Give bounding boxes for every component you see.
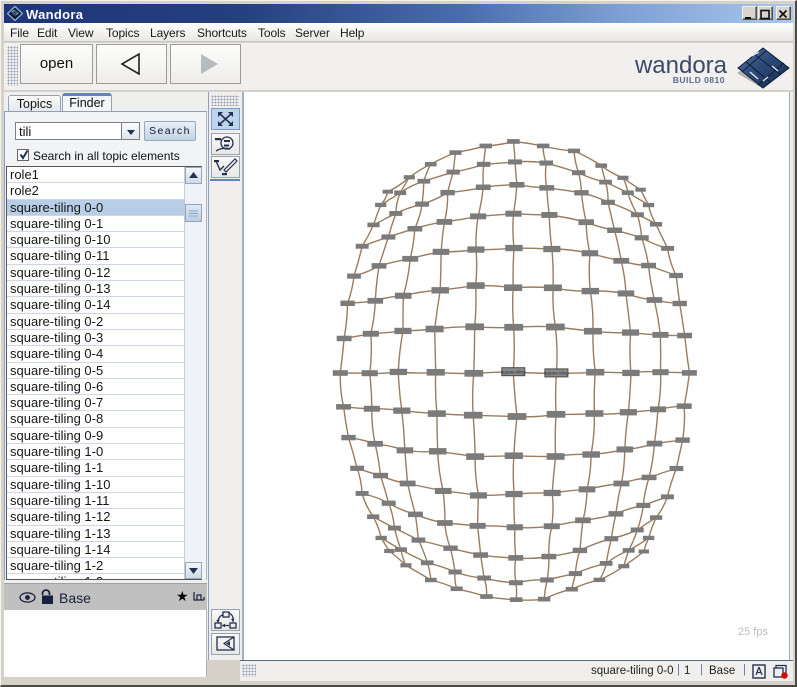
svg-text:square-tiling: square-tiling bbox=[544, 371, 569, 376]
svg-text:square-tiling: square-tiling bbox=[501, 370, 526, 375]
